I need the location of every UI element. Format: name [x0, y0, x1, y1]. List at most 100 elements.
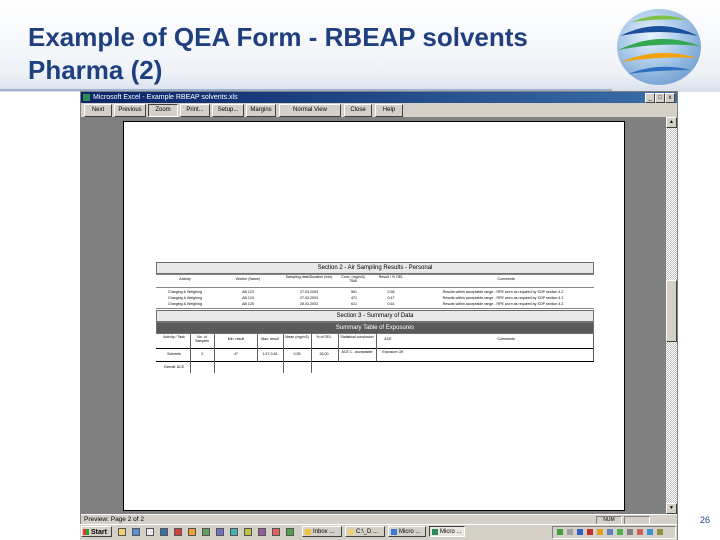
media-icon[interactable]: [174, 528, 182, 536]
s2-row3-result: 0.61: [387, 302, 395, 306]
explorer-icon[interactable]: [132, 528, 140, 536]
margins-button[interactable]: Margins: [246, 104, 276, 117]
s3-row1-max: 1.47-0.61: [262, 352, 278, 356]
normal-view-button[interactable]: Normal View: [279, 104, 341, 117]
close-window-button[interactable]: x: [665, 93, 675, 103]
s3-row1-mean: 0.55: [293, 352, 301, 356]
s2-header-activity: Activity: [179, 277, 191, 281]
calendar-icon[interactable]: [202, 528, 210, 536]
s3-footer: Overall: ACE: [163, 365, 185, 369]
s2-header-worker: Worker (Name): [235, 277, 261, 281]
s2-header-conc: Conc. (mg/m3) TWA: [341, 275, 365, 283]
tray-app-icon[interactable]: [577, 529, 583, 535]
tray-printer-icon[interactable]: [627, 529, 633, 535]
s2-row3-n: 1: [355, 302, 357, 306]
restore-button[interactable]: □: [655, 93, 665, 103]
close-preview-button[interactable]: Close: [344, 104, 372, 117]
globe-logo-icon: [617, 9, 701, 85]
s2-row2-date: 27.03.2003: [300, 296, 318, 300]
system-tray: [552, 526, 676, 539]
s2-row1-activity: Charging & Weighing: [168, 290, 202, 294]
s3-header-stat: Statistical conclusion: [340, 335, 374, 339]
excel-quicklaunch-icon[interactable]: [286, 528, 294, 536]
s2-row1-date: 27.03.2003: [300, 290, 318, 294]
excel-icon: [432, 529, 438, 535]
section2-title: Section 2 - Air Sampling Results - Perso…: [156, 262, 594, 274]
tray-warning-icon[interactable]: [597, 529, 603, 535]
network-icon[interactable]: [230, 528, 238, 536]
s2-row1-comment: Results within acceptable range - RPE wo…: [442, 290, 564, 294]
s3-header-min: Min. result: [227, 337, 245, 341]
s2-row3-comment: Results within acceptable range - RPE wo…: [442, 302, 564, 306]
window-titlebar[interactable]: Microsoft Excel - Example RBEAP solvents…: [81, 92, 677, 103]
ppt-icon[interactable]: [272, 528, 280, 536]
s3-header-mean: Mean (mg/m3): [285, 335, 309, 339]
tray-power-icon[interactable]: [657, 529, 663, 535]
setup-button[interactable]: Setup...: [212, 104, 244, 117]
print-preview-area[interactable]: Section 2 - Air Sampling Results - Perso…: [81, 117, 666, 514]
window-title: Microsoft Excel - Example RBEAP solvents…: [93, 94, 238, 101]
section3-subtitle: Summary Table of Exposures: [156, 322, 594, 334]
tool-icon[interactable]: [244, 528, 252, 536]
s2-row3-activity: Charging & Weighing: [168, 302, 202, 306]
print-preview-toolbar: Next Previous Zoom Print... Setup... Mar…: [81, 103, 677, 117]
start-label: Start: [91, 529, 107, 536]
print-button[interactable]: Print...: [180, 104, 210, 117]
s3-row1-ace: Exposure OK: [382, 350, 404, 354]
task-label: Micro ...: [399, 529, 421, 535]
s2-row1-n: 1: [355, 290, 357, 294]
tray-antivirus-icon[interactable]: [587, 529, 593, 535]
tray-messenger-icon[interactable]: [647, 529, 653, 535]
start-button[interactable]: Start: [81, 526, 112, 537]
preview-page: Section 2 - Air Sampling Results - Perso…: [123, 121, 625, 511]
taskbar: Start Inbox ... C:\_D ... Micro ... Micr…: [80, 524, 677, 540]
word-icon: [391, 529, 397, 535]
s3-header-max: Max. result: [261, 337, 279, 341]
slide-page-number: 26: [700, 515, 711, 525]
word-icon[interactable]: [258, 528, 266, 536]
s3-row1-stat: ACE 1 - acceptable: [341, 350, 373, 354]
app-icon[interactable]: [216, 528, 224, 536]
slide-title-line-1: Example of QEA Form - RBEAP solvents: [28, 22, 528, 52]
excel-window: Microsoft Excel - Example RBEAP solvents…: [80, 91, 678, 540]
previous-button[interactable]: Previous: [114, 104, 146, 117]
s2-row2-result: 0.47: [387, 296, 395, 300]
s2-row2-n: 1: [355, 296, 357, 300]
next-button[interactable]: Next: [84, 104, 112, 117]
s3-row1-oel: 28.00: [319, 352, 329, 356]
s3-row1-min: 47: [234, 352, 238, 356]
s3-header-oel: % of OEL: [316, 335, 332, 339]
folder-icon[interactable]: [118, 528, 126, 536]
s3-header-activity: Activity / Task: [163, 335, 185, 339]
s2-row3-date: 28.03.2003: [300, 302, 318, 306]
desktop-icon[interactable]: [160, 528, 168, 536]
excel-app-icon: [83, 94, 90, 101]
tray-monitor-icon[interactable]: [607, 529, 613, 535]
windows-flag-icon: [83, 529, 89, 535]
s2-row1-worker: AB 123: [242, 290, 254, 294]
mail-icon[interactable]: [188, 528, 196, 536]
task-micro-1[interactable]: Micro ...: [388, 526, 426, 537]
task-label: Micro ...: [440, 529, 462, 535]
s3-row1-samples: 3: [201, 352, 203, 356]
task-inbox[interactable]: Inbox ...: [302, 526, 342, 537]
s3-header-comments: Comments: [497, 337, 515, 341]
document-icon[interactable]: [146, 528, 154, 536]
scroll-down-icon[interactable]: ▼: [666, 503, 677, 514]
help-button[interactable]: Help: [375, 104, 403, 117]
zoom-button[interactable]: Zoom: [148, 104, 178, 117]
minimize-button[interactable]: _: [645, 93, 655, 103]
tray-mail-icon[interactable]: [637, 529, 643, 535]
tray-network-icon[interactable]: [557, 529, 563, 535]
vertical-scrollbar[interactable]: ▲ ▼: [666, 117, 677, 514]
scroll-thumb[interactable]: [666, 280, 677, 342]
scroll-up-icon[interactable]: ▲: [666, 117, 677, 128]
tray-sync-icon[interactable]: [617, 529, 623, 535]
task-micro-2[interactable]: Micro ...: [429, 526, 465, 537]
task-drive[interactable]: C:\_D ...: [345, 526, 385, 537]
s2-row2-comment: Results within acceptable range - RPE wo…: [442, 296, 564, 300]
tray-speaker-icon[interactable]: [567, 529, 573, 535]
s2-row2-worker: AB 124: [242, 296, 254, 300]
s2-header-result: Result / % OEL: [378, 275, 404, 279]
s3-header-samples: No. of Samples: [195, 335, 209, 343]
